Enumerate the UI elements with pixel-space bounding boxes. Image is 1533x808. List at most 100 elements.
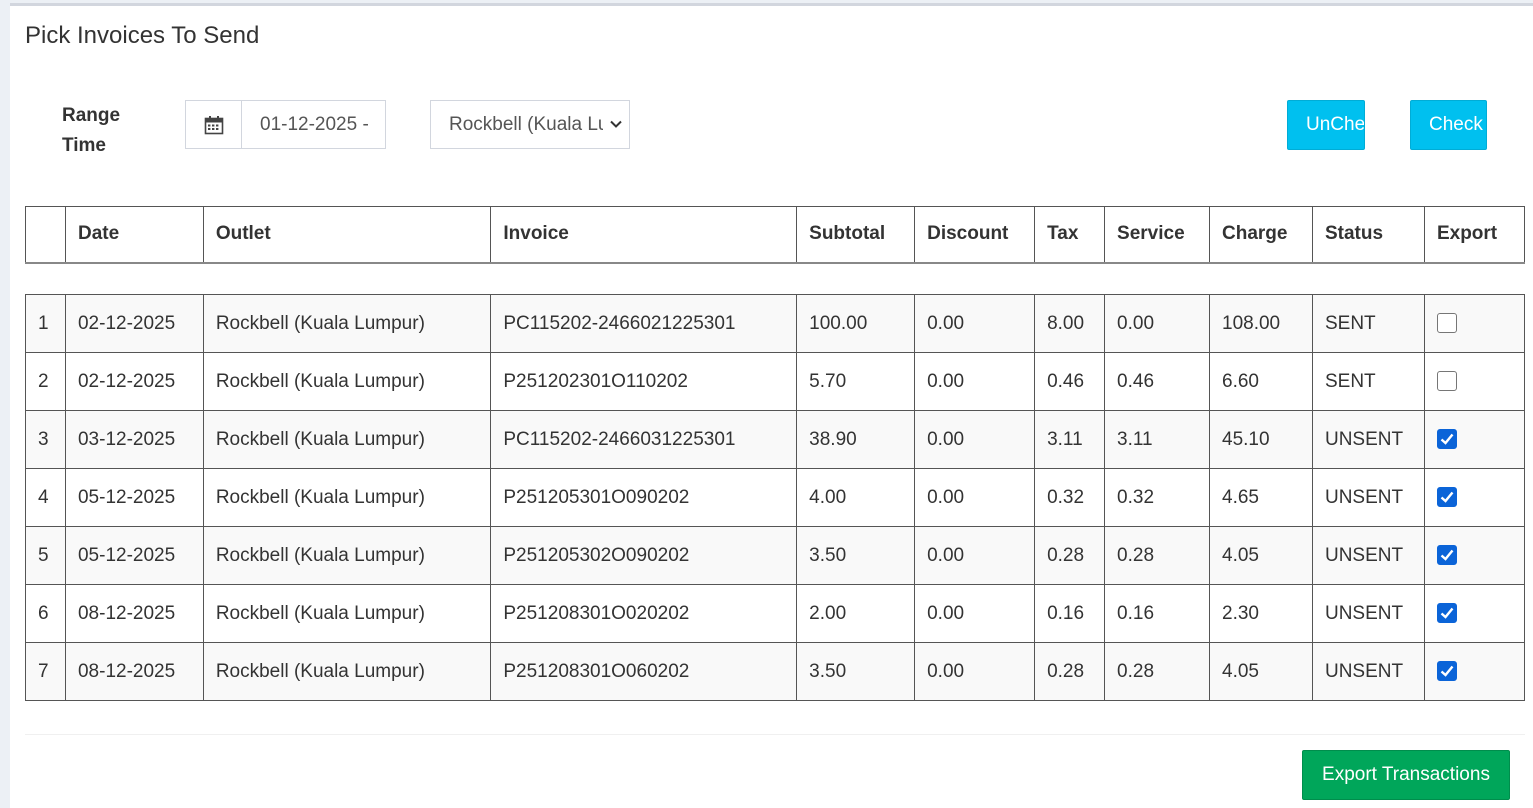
cell-outlet: Rockbell (Kuala Lumpur) — [202, 584, 492, 643]
checkmark-icon — [1440, 608, 1454, 620]
cell-no: 7 — [25, 642, 66, 701]
cell-service: 3.11 — [1104, 410, 1211, 469]
cell-export — [1423, 410, 1526, 469]
cell-subtotal: 4.00 — [796, 468, 916, 527]
cell-charge: 4.05 — [1209, 526, 1313, 585]
cell-status: UNSENT — [1311, 584, 1425, 643]
cell-discount: 0.00 — [914, 642, 1036, 701]
cell-date: 03-12-2025 — [64, 410, 204, 469]
cell-subtotal: 3.50 — [796, 526, 916, 585]
export-transactions-button[interactable]: Export Transactions — [1302, 750, 1510, 800]
range-time-label: Range Time — [62, 105, 121, 156]
cell-outlet: Rockbell (Kuala Lumpur) — [202, 352, 492, 411]
cell-invoice: P251208301O060202 — [490, 642, 798, 701]
page-title: Pick Invoices To Send — [25, 22, 260, 49]
cell-export — [1423, 642, 1526, 701]
cell-service: 0.16 — [1104, 584, 1211, 643]
cell-date: 02-12-2025 — [64, 352, 204, 411]
cell-no: 6 — [25, 584, 66, 643]
cell-status: SENT — [1311, 352, 1425, 411]
cell-service: 0.00 — [1104, 294, 1211, 353]
cell-charge: 4.05 — [1209, 642, 1313, 701]
column-header-charge: Charge — [1209, 206, 1313, 264]
column-header-status: Status — [1311, 206, 1425, 264]
date-range-group — [185, 100, 386, 149]
cell-outlet: Rockbell (Kuala Lumpur) — [202, 526, 492, 585]
checkmark-icon — [1440, 666, 1454, 678]
cell-export — [1423, 584, 1526, 643]
checkmark-icon — [1440, 492, 1454, 504]
cell-invoice: P251205302O090202 — [490, 526, 798, 585]
column-header-index — [25, 206, 66, 264]
cell-date: 05-12-2025 — [64, 468, 204, 527]
calendar-icon[interactable] — [186, 101, 242, 148]
cell-service: 0.28 — [1104, 642, 1211, 701]
cell-tax: 0.16 — [1034, 584, 1106, 643]
column-header-subtotal: Subtotal — [796, 206, 916, 264]
cell-charge: 6.60 — [1209, 352, 1313, 411]
table-row: 3 03-12-2025 Rockbell (Kuala Lumpur) PC1152… — [25, 410, 1526, 469]
cell-status: UNSENT — [1311, 526, 1425, 585]
cell-tax: 8.00 — [1034, 294, 1106, 353]
cell-status: UNSENT — [1311, 642, 1425, 701]
checkmark-icon — [1440, 434, 1454, 446]
cell-no: 5 — [25, 526, 66, 585]
table-row: 1 02-12-2025 Rockbell (Kuala Lumpur) PC1152… — [25, 294, 1526, 353]
cell-invoice: P251205301O090202 — [490, 468, 798, 527]
export-checkbox[interactable] — [1436, 313, 1457, 334]
export-checkbox[interactable] — [1436, 371, 1457, 392]
column-header-date: Date — [64, 206, 204, 264]
cell-tax: 0.28 — [1034, 526, 1106, 585]
cell-discount: 0.00 — [914, 584, 1036, 643]
check-all-button[interactable]: Check — [1410, 100, 1487, 150]
cell-no: 4 — [25, 468, 66, 527]
table-header-row: Date Outlet Invoice Subtotal Discount Tax Serv… — [25, 206, 1526, 264]
cell-date: 02-12-2025 — [64, 294, 204, 353]
cell-export — [1423, 352, 1526, 411]
footer-divider — [25, 734, 1525, 735]
cell-discount: 0.00 — [914, 352, 1036, 411]
table-row: 5 05-12-2025 Rockbell (Kuala Lumpur) P25120… — [25, 526, 1526, 585]
table-row: 7 08-12-2025 Rockbell (Kuala Lumpur) P25120… — [25, 642, 1526, 701]
cell-charge: 108.00 — [1209, 294, 1313, 353]
table-row: 6 08-12-2025 Rockbell (Kuala Lumpur) P25120… — [25, 584, 1526, 643]
cell-charge: 2.30 — [1209, 584, 1313, 643]
cell-invoice: PC115202-2466021225301 — [490, 294, 798, 353]
cell-no: 1 — [25, 294, 66, 353]
cell-status: UNSENT — [1311, 410, 1425, 469]
cell-export — [1423, 294, 1526, 353]
cell-invoice: P251208301O020202 — [490, 584, 798, 643]
cell-discount: 0.00 — [914, 526, 1036, 585]
cell-charge: 45.10 — [1209, 410, 1313, 469]
cell-status: SENT — [1311, 294, 1425, 353]
table-row: 2 02-12-2025 Rockbell (Kuala Lumpur) P25120… — [25, 352, 1526, 411]
cell-subtotal: 38.90 — [796, 410, 916, 469]
column-header-outlet: Outlet — [202, 206, 492, 264]
export-checkbox[interactable] — [1436, 661, 1457, 682]
invoice-panel: Pick Invoices To Send Range Time Rockbel… — [10, 3, 1533, 808]
column-header-export: Export — [1423, 206, 1526, 264]
date-range-input[interactable] — [242, 101, 385, 148]
cell-date: 08-12-2025 — [64, 642, 204, 701]
outlet-select[interactable]: Rockbell (Kuala Lumpur) — [430, 100, 630, 149]
chevron-down-icon — [609, 115, 623, 137]
export-checkbox[interactable] — [1436, 487, 1457, 508]
cell-tax: 0.28 — [1034, 642, 1106, 701]
export-checkbox[interactable] — [1436, 545, 1457, 566]
export-checkbox[interactable] — [1436, 603, 1457, 624]
cell-outlet: Rockbell (Kuala Lumpur) — [202, 642, 492, 701]
export-checkbox[interactable] — [1436, 429, 1457, 450]
uncheck-all-button[interactable]: UnCheck — [1287, 100, 1365, 150]
cell-status: UNSENT — [1311, 468, 1425, 527]
cell-discount: 0.00 — [914, 410, 1036, 469]
cell-outlet: Rockbell (Kuala Lumpur) — [202, 410, 492, 469]
cell-date: 08-12-2025 — [64, 584, 204, 643]
cell-tax: 3.11 — [1034, 410, 1106, 469]
cell-subtotal: 3.50 — [796, 642, 916, 701]
column-header-discount: Discount — [914, 206, 1036, 264]
column-header-tax: Tax — [1034, 206, 1106, 264]
cell-subtotal: 2.00 — [796, 584, 916, 643]
cell-export — [1423, 526, 1526, 585]
outlet-select-value: Rockbell (Kuala Lumpur) — [449, 113, 603, 135]
table-row: 4 05-12-2025 Rockbell (Kuala Lumpur) P25120… — [25, 468, 1526, 527]
